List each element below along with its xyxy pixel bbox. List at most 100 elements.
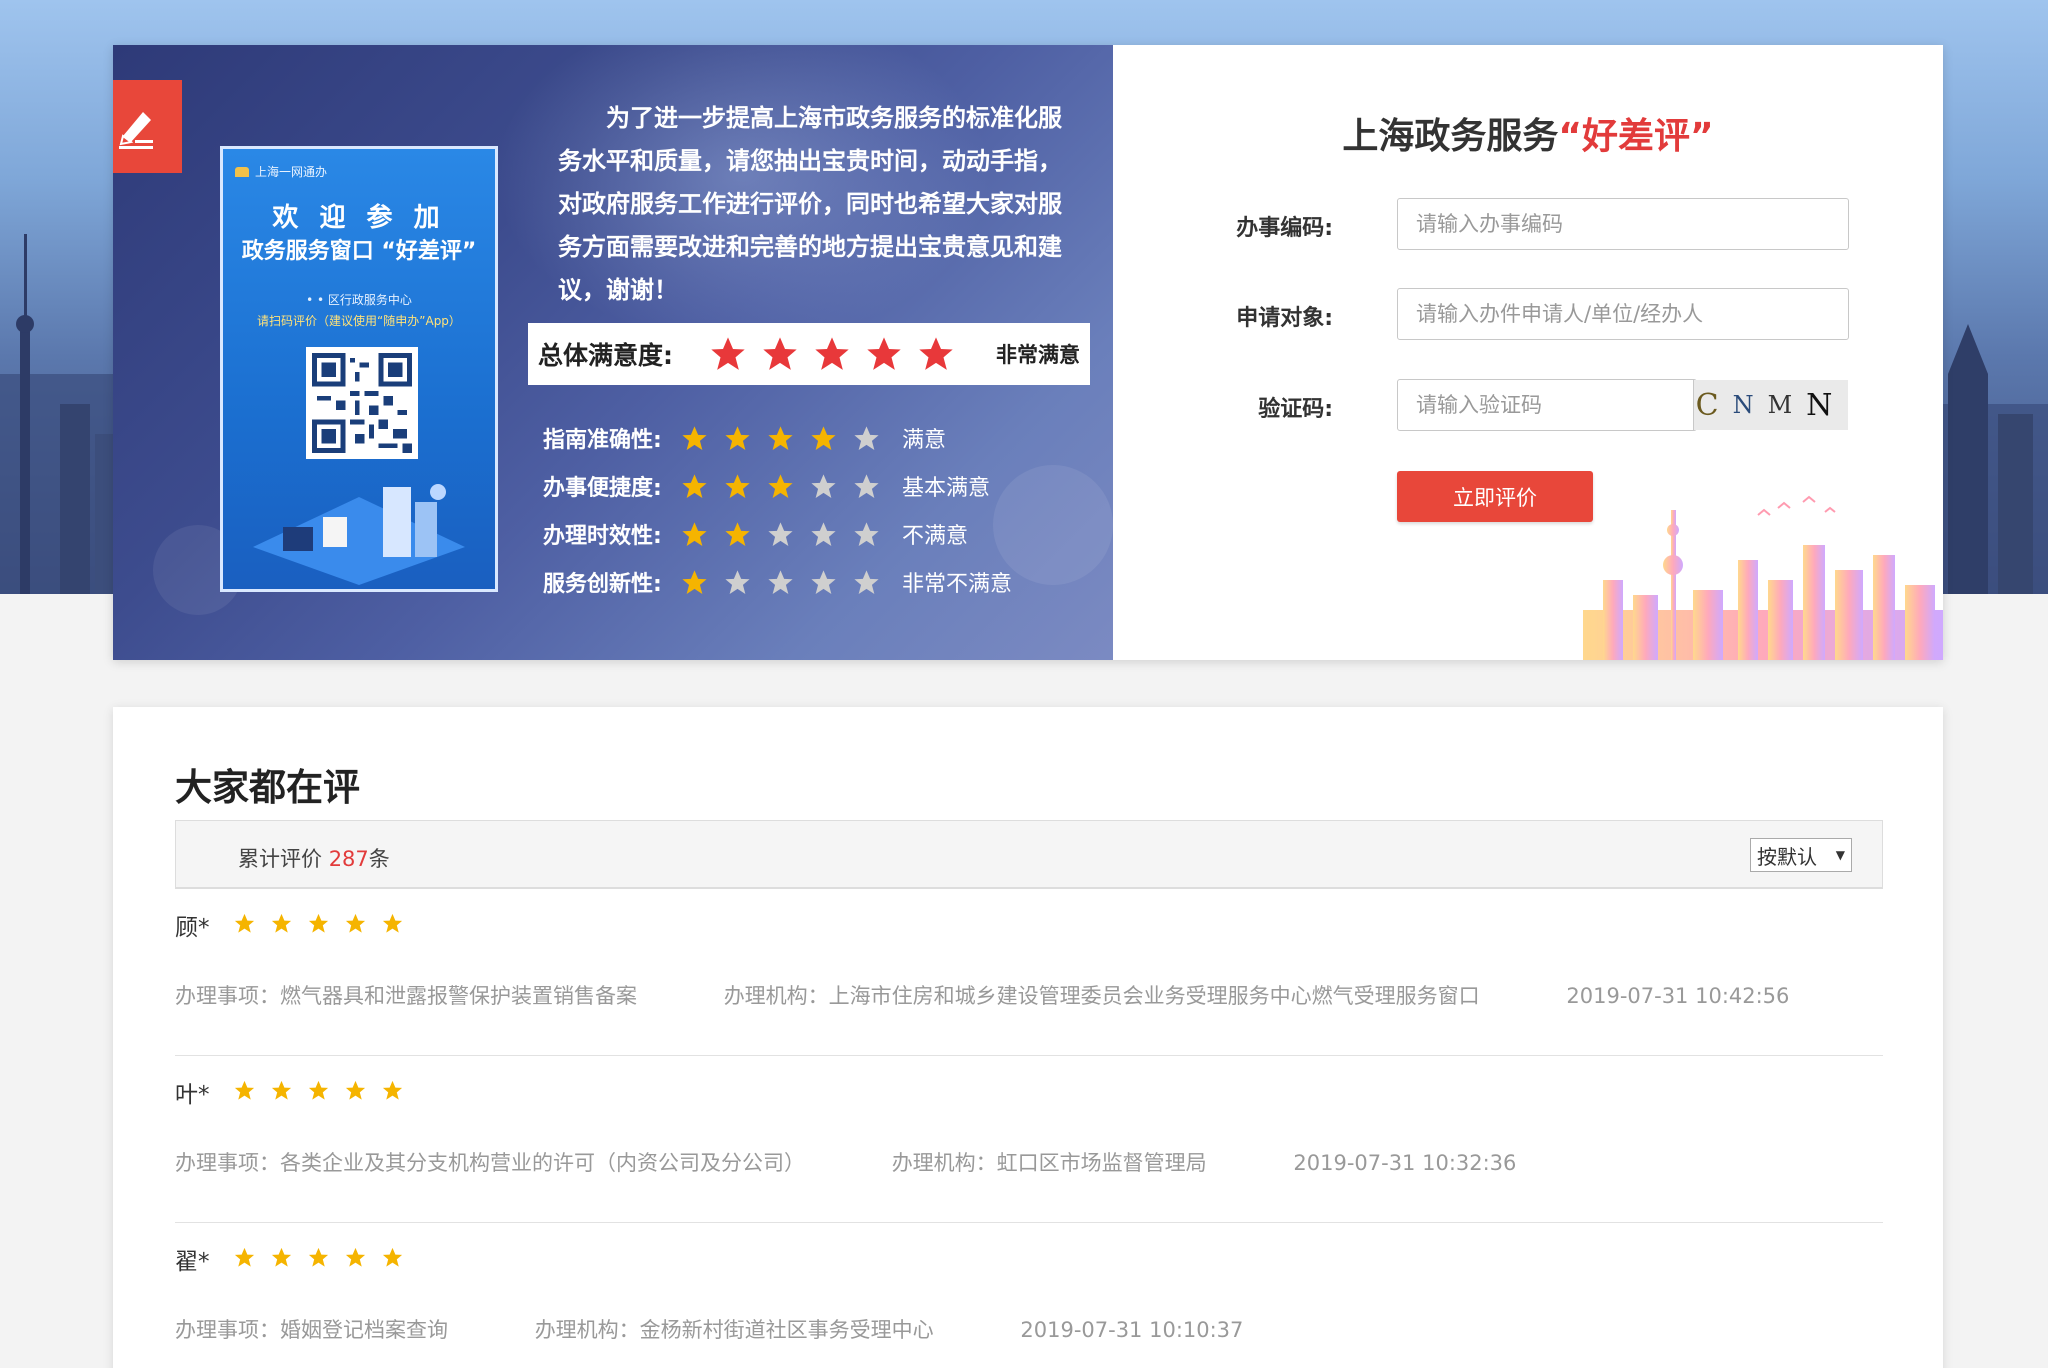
star-filled-icon [234, 1080, 255, 1100]
skyline-left-graphic [0, 234, 120, 594]
star-filled-icon [345, 1080, 366, 1100]
evaluation-form-panel: 上海政务服务“好差评” 办事编码: 申请对象: 验证码: CNMN 立即评价 [1113, 45, 1943, 660]
star-empty-icon[interactable] [852, 424, 881, 453]
review-matter: 办理事项：婚姻登记档案查询 [175, 1318, 448, 1342]
review-item: 顾* 办理事项：燃气器具和泄露报警保护装置销售备案 办理机构：上海市住房和城乡建… [175, 890, 1883, 1056]
star-icon[interactable] [916, 334, 956, 374]
review-agency: 办理机构：虹口区市场监督管理局 [891, 1151, 1207, 1175]
criterion-stars [680, 568, 896, 597]
pen-badge [113, 80, 182, 173]
caret-down-icon: ▼ [1835, 848, 1845, 862]
captcha-label: 验证码: [1258, 397, 1333, 422]
star-filled-icon[interactable] [680, 472, 709, 501]
criterion-convenience: 办事便捷度: 基本满意 [543, 468, 990, 504]
criterion-label: 办事便捷度: [543, 476, 662, 501]
review-item: 翟* 办理事项：婚姻登记档案查询 办理机构：金杨新村街道社区事务受理中心 201… [175, 1224, 1883, 1368]
review-matter: 办理事项：各类企业及其分支机构营业的许可（内资公司及分公司） [175, 1151, 805, 1175]
captcha-input[interactable] [1397, 379, 1697, 431]
star-filled-icon [345, 913, 366, 933]
reviews-total-suffix: 条 [368, 847, 390, 871]
review-matter: 办理事项：燃气器具和泄露报警保护装置销售备案 [175, 984, 637, 1008]
star-icon[interactable] [760, 334, 800, 374]
overall-stars [708, 334, 956, 374]
sort-select[interactable]: 按默认 ▼ [1750, 838, 1852, 872]
star-filled-icon[interactable] [680, 424, 709, 453]
star-filled-icon[interactable] [723, 520, 752, 549]
reviews-summary-bar: 累计评价 287条 按默认 ▼ [175, 820, 1883, 889]
star-filled-icon[interactable] [809, 424, 838, 453]
intro-text: 为了进一步提高上海市政务服务的标准化服务水平和质量，请您抽出宝贵时间，动动手指，… [558, 104, 1062, 304]
reviews-total-prefix: 累计评价 [238, 847, 322, 871]
reviewer-name: 翟* [175, 1249, 210, 1275]
criterion-stars [680, 472, 896, 501]
captcha-char: M [1767, 391, 1807, 419]
criterion-guide-accuracy: 指南准确性: 满意 [543, 420, 946, 456]
star-filled-icon[interactable] [766, 424, 795, 453]
star-empty-icon[interactable] [809, 568, 838, 597]
criterion-desc: 非常不满意 [902, 572, 1013, 597]
qr-code [306, 347, 418, 459]
review-meta: 办理事项：各类企业及其分支机构营业的许可（内资公司及分公司） 办理机构：虹口区市… [175, 1147, 1596, 1177]
code-label: 办事编码: [1236, 216, 1333, 241]
poster-brand-text: 上海一网通办 [255, 165, 328, 179]
criterion-label: 指南准确性: [543, 428, 662, 453]
applicant-input[interactable] [1397, 288, 1849, 340]
star-filled-icon [308, 913, 329, 933]
star-filled-icon[interactable] [723, 472, 752, 501]
captcha-char: N [1732, 391, 1768, 419]
star-empty-icon[interactable] [766, 520, 795, 549]
review-meta: 办理事项：燃气器具和泄露报警保护装置销售备案 办理机构：上海市住房和城乡建设管理… [175, 980, 1869, 1010]
star-empty-icon[interactable] [766, 568, 795, 597]
star-filled-icon[interactable] [723, 424, 752, 453]
star-filled-icon[interactable] [680, 520, 709, 549]
brand-logo-icon [235, 166, 249, 177]
overall-satisfaction: 总体满意度: 非常满意 [528, 323, 1090, 385]
qr-poster: 上海一网通办 欢 迎 参 加 政务服务窗口 “好差评” • • 区行政服务中心 … [220, 146, 498, 592]
form-title-highlight: “好差评” [1558, 116, 1714, 157]
criterion-stars [680, 520, 896, 549]
pen-edit-icon [118, 111, 153, 149]
star-filled-icon [234, 1247, 255, 1267]
applicant-label: 申请对象: [1236, 306, 1333, 331]
review-time: 2019-07-31 10:10:37 [1020, 1318, 1244, 1342]
star-icon[interactable] [864, 334, 904, 374]
shanghai-skyline-decoration [1583, 495, 1943, 660]
criterion-label: 办理时效性: [543, 524, 662, 549]
poster-scan-tip: 请扫码评价（建议使用“随申办”App） [257, 314, 461, 328]
reviews-total-count: 287 [328, 847, 369, 871]
review-stars [233, 1246, 404, 1269]
star-empty-icon[interactable] [852, 568, 881, 597]
captcha-image[interactable]: CNMN [1693, 380, 1848, 430]
star-empty-icon[interactable] [852, 472, 881, 501]
star-empty-icon[interactable] [809, 520, 838, 549]
star-filled-icon [382, 913, 403, 933]
star-icon[interactable] [708, 334, 748, 374]
star-filled-icon [345, 1247, 366, 1267]
star-filled-icon[interactable] [766, 472, 795, 501]
qr-code-icon [312, 353, 412, 453]
criterion-innovation: 服务创新性: 非常不满意 [543, 564, 1012, 600]
review-item: 叶* 办理事项：各类企业及其分支机构营业的许可（内资公司及分公司） 办理机构：虹… [175, 1057, 1883, 1223]
star-empty-icon[interactable] [852, 520, 881, 549]
overall-label: 总体满意度: [538, 341, 673, 370]
sort-select-value: 按默认 [1757, 844, 1817, 869]
captcha-char: C [1695, 387, 1733, 423]
star-filled-icon[interactable] [680, 568, 709, 597]
criterion-desc: 基本满意 [902, 476, 991, 501]
criterion-desc: 不满意 [902, 524, 969, 549]
star-filled-icon [271, 1247, 292, 1267]
star-empty-icon[interactable] [809, 472, 838, 501]
reviews-total: 累计评价 287条 [238, 843, 390, 873]
criterion-timeliness: 办理时效性: 不满意 [543, 516, 968, 552]
captcha-char: N [1806, 387, 1847, 423]
poster-title: 政务服务窗口 “好差评” [241, 239, 477, 264]
reviewer-name: 叶* [175, 1082, 210, 1108]
poster-brand: 上海一网通办 [235, 163, 327, 180]
evaluation-banner: 上海一网通办 欢 迎 参 加 政务服务窗口 “好差评” • • 区行政服务中心 … [113, 45, 1113, 660]
code-input[interactable] [1397, 198, 1849, 250]
service-hall-illustration [253, 484, 465, 585]
star-icon[interactable] [812, 334, 852, 374]
star-empty-icon[interactable] [723, 568, 752, 597]
star-filled-icon [308, 1080, 329, 1100]
criterion-stars [680, 424, 896, 453]
